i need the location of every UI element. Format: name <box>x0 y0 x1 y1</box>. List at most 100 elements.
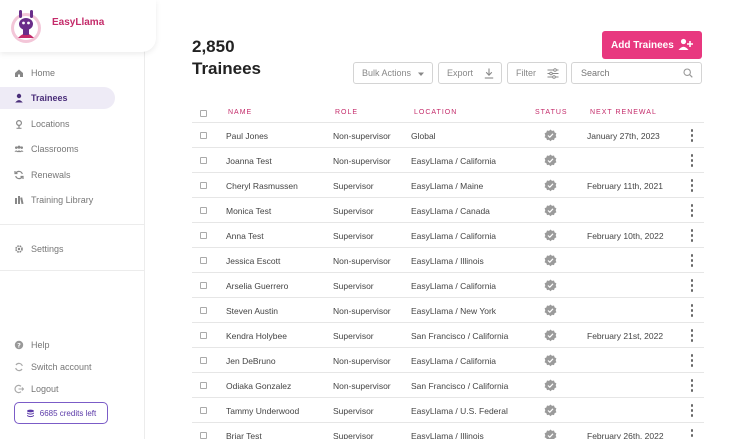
row-checkbox[interactable] <box>200 382 207 389</box>
trainee-name[interactable]: Monica Test <box>226 206 271 216</box>
row-checkbox[interactable] <box>200 357 207 364</box>
sidebar-item-locations[interactable]: Locations <box>0 113 145 135</box>
trainee-location: Global <box>411 131 436 141</box>
row-checkbox[interactable] <box>200 407 207 414</box>
table-row[interactable]: Anna Test Supervisor EasyLlama / Califor… <box>192 222 704 247</box>
sidebar-item-home[interactable]: Home <box>0 62 145 84</box>
trainee-name[interactable]: Kendra Holybee <box>226 331 287 341</box>
logout-icon <box>14 384 24 394</box>
status-check-icon <box>544 354 557 367</box>
row-checkbox[interactable] <box>200 232 207 239</box>
row-checkbox[interactable] <box>200 157 207 164</box>
trainee-name[interactable]: Briar Test <box>226 431 262 439</box>
row-checkbox[interactable] <box>200 282 207 289</box>
row-checkbox[interactable] <box>200 307 207 314</box>
filter-button[interactable]: Filter <box>507 62 567 84</box>
trainee-name[interactable]: Tammy Underwood <box>226 406 299 416</box>
sidebar-item-settings[interactable]: Settings <box>0 238 145 260</box>
row-menu-icon[interactable] <box>690 329 694 342</box>
table-row[interactable]: Kendra Holybee Supervisor San Francisco … <box>192 322 704 347</box>
table-row[interactable]: Briar Test Supervisor EasyLlama / Illino… <box>192 422 704 439</box>
row-menu-icon[interactable] <box>690 179 694 192</box>
row-menu-icon[interactable] <box>690 379 694 392</box>
row-menu-icon[interactable] <box>690 204 694 217</box>
trainee-location: EasyLlama / California <box>411 231 497 241</box>
trainee-name[interactable]: Cheryl Rasmussen <box>226 181 298 191</box>
row-menu-icon[interactable] <box>690 279 694 292</box>
trainee-location: EasyLlama / California <box>411 281 497 291</box>
sidebar-item-label: Renewals <box>31 169 71 180</box>
table-row[interactable]: Joanna Test Non-supervisor EasyLlama / C… <box>192 147 704 172</box>
sidebar-item-training-library[interactable]: Training Library <box>0 189 145 211</box>
row-menu-icon[interactable] <box>690 229 694 242</box>
column-header-next-renewal[interactable]: NEXT RENEWAL <box>590 109 657 116</box>
sidebar-item-classrooms[interactable]: Classrooms <box>0 138 145 160</box>
column-header-name[interactable]: NAME <box>228 109 252 116</box>
trainee-name[interactable]: Anna Test <box>226 231 264 241</box>
sidebar-item-trainees[interactable]: Trainees <box>0 87 115 110</box>
trainee-role: Non-supervisor <box>333 256 391 266</box>
trainee-name[interactable]: Joanna Test <box>226 156 272 166</box>
trainee-name[interactable]: Odiaka Gonzalez <box>226 381 291 391</box>
trainee-name[interactable]: Paul Jones <box>226 131 268 141</box>
table-row[interactable]: Odiaka Gonzalez Non-supervisor San Franc… <box>192 372 704 397</box>
sidebar: EasyLlama Home Trainees Locations Classr… <box>0 0 156 439</box>
column-header-location[interactable]: LOCATION <box>414 109 457 116</box>
row-menu-icon[interactable] <box>690 429 694 439</box>
sidebar-item-label: Logout <box>31 383 59 394</box>
table-row[interactable]: Steven Austin Non-supervisor EasyLlama /… <box>192 297 704 322</box>
add-trainees-button[interactable]: Add Trainees <box>602 31 702 59</box>
gear-icon <box>14 244 24 254</box>
select-all-checkbox[interactable] <box>200 110 207 117</box>
trainee-role: Supervisor <box>333 231 374 241</box>
row-menu-icon[interactable] <box>690 129 694 142</box>
trainee-name[interactable]: Steven Austin <box>226 306 278 316</box>
credits-badge[interactable]: 6685 credits left <box>14 402 108 424</box>
export-button[interactable]: Export <box>438 62 502 84</box>
table-row[interactable]: Monica Test Supervisor EasyLlama / Canad… <box>192 197 704 222</box>
row-menu-icon[interactable] <box>690 254 694 267</box>
row-checkbox[interactable] <box>200 332 207 339</box>
row-checkbox[interactable] <box>200 257 207 264</box>
sidebar-item-logout[interactable]: Logout <box>0 378 145 399</box>
table-row[interactable]: Jessica Escott Non-supervisor EasyLlama … <box>192 247 704 272</box>
column-header-role[interactable]: ROLE <box>335 109 358 116</box>
svg-text:?: ? <box>17 341 21 349</box>
row-checkbox[interactable] <box>200 207 207 214</box>
sidebar-item-help[interactable]: ? Help <box>0 334 145 355</box>
sidebar-item-label: Help <box>31 339 50 350</box>
export-label: Export <box>447 68 474 78</box>
table-row[interactable]: Tammy Underwood Supervisor EasyLlama / U… <box>192 397 704 422</box>
row-menu-icon[interactable] <box>690 404 694 417</box>
sidebar-item-label: Trainees <box>31 93 68 104</box>
row-menu-icon[interactable] <box>690 304 694 317</box>
sidebar-item-label: Home <box>31 68 56 78</box>
trainee-name[interactable]: Arselia Guerrero <box>226 281 288 291</box>
sidebar-item-switch-account[interactable]: Switch account <box>0 356 145 377</box>
row-menu-icon[interactable] <box>690 154 694 167</box>
brand-name: EasyLlama <box>52 17 105 28</box>
trainee-name[interactable]: Jessica Escott <box>226 256 280 266</box>
table-body: Paul Jones Non-supervisor Global January… <box>192 122 704 439</box>
table-row[interactable]: Paul Jones Non-supervisor Global January… <box>192 122 704 147</box>
row-menu-icon[interactable] <box>690 354 694 367</box>
trainee-name[interactable]: Jen DeBruno <box>226 356 276 366</box>
trainee-role: Supervisor <box>333 281 374 291</box>
column-header-status[interactable]: STATUS <box>535 109 568 116</box>
sliders-icon <box>547 68 559 79</box>
trainee-location: EasyLlama / California <box>411 356 497 366</box>
bulk-actions-dropdown[interactable]: Bulk Actions <box>353 62 433 84</box>
row-checkbox[interactable] <box>200 432 207 439</box>
trainee-location: EasyLlama / New York <box>411 306 497 316</box>
trainee-role: Supervisor <box>333 181 374 191</box>
trainee-role: Non-supervisor <box>333 156 391 166</box>
table-row[interactable]: Arselia Guerrero Supervisor EasyLlama / … <box>192 272 704 297</box>
brand-header[interactable]: EasyLlama <box>0 0 156 52</box>
table-row[interactable]: Jen DeBruno Non-supervisor EasyLlama / C… <box>192 347 704 372</box>
bulk-actions-label: Bulk Actions <box>362 68 412 78</box>
row-checkbox[interactable] <box>200 182 207 189</box>
table-row[interactable]: Cheryl Rasmussen Supervisor EasyLlama / … <box>192 172 704 197</box>
sidebar-item-renewals[interactable]: Renewals <box>0 164 145 186</box>
library-icon <box>14 195 24 205</box>
row-checkbox[interactable] <box>200 132 207 139</box>
